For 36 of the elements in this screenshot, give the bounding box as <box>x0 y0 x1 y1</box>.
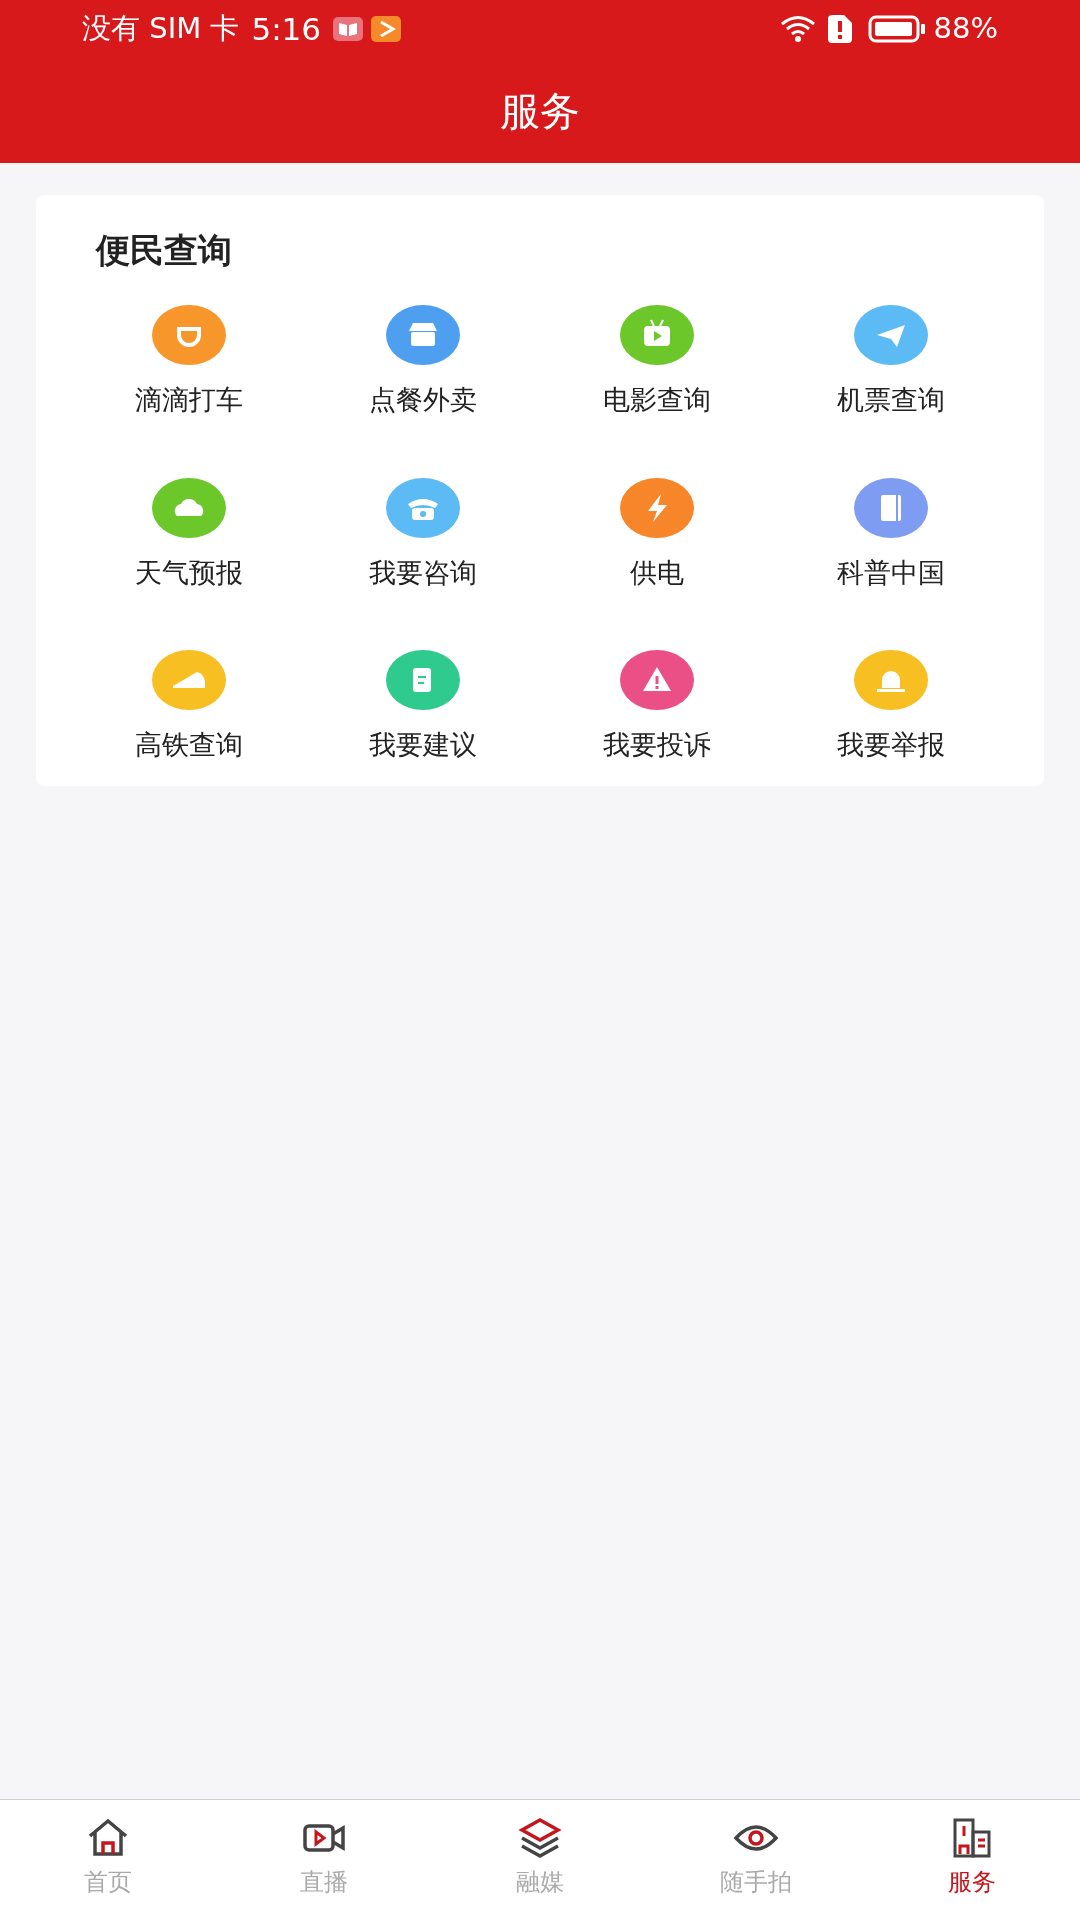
service-item[interactable]: 高铁查询 <box>72 649 306 766</box>
service-item[interactable]: 科普中国 <box>774 476 1008 593</box>
service-label: 天气预报 <box>135 555 243 590</box>
carrier-text: 没有 SIM 卡 <box>82 10 240 48</box>
service-item[interactable]: 点餐外卖 <box>306 304 540 421</box>
service-item[interactable]: 机票查询 <box>774 304 1008 421</box>
play-icon <box>371 16 402 42</box>
layers-icon <box>517 1816 563 1860</box>
page-title: 服务 <box>500 86 580 136</box>
service-label: 我要举报 <box>837 728 945 762</box>
service-label: 高铁查询 <box>135 728 243 762</box>
service-label: 点餐外卖 <box>369 383 477 417</box>
service-label: 我要投诉 <box>603 728 711 762</box>
service-label: 我要咨询 <box>369 555 477 590</box>
tab-item[interactable]: 服务 <box>864 1800 1080 1920</box>
wifi-icon <box>779 15 816 43</box>
service-item[interactable]: 我要建议 <box>306 649 540 766</box>
service-item[interactable]: 天气预报 <box>72 476 306 593</box>
book-icon <box>333 17 364 41</box>
service-label: 供电 <box>630 555 684 590</box>
service-item[interactable]: 我要咨询 <box>306 476 540 593</box>
time-text: 5:16 <box>251 9 322 49</box>
service-item[interactable]: 电影查询 <box>540 304 774 421</box>
battery-icon <box>867 15 926 43</box>
battery-text: 88% <box>933 10 998 48</box>
service-item[interactable]: 我要举报 <box>774 649 1008 766</box>
section-title: 便民查询 <box>96 230 232 270</box>
service-label: 机票查询 <box>837 383 945 417</box>
service-label: 我要建议 <box>369 728 477 762</box>
service-label: 科普中国 <box>837 555 945 590</box>
service-item[interactable]: 滴滴打车 <box>72 304 306 421</box>
service-item[interactable]: 供电 <box>540 476 774 593</box>
service-item[interactable]: 我要投诉 <box>540 649 774 766</box>
service-label: 电影查询 <box>603 383 711 417</box>
service-label: 滴滴打车 <box>135 383 243 417</box>
alert-sim-icon <box>827 15 852 43</box>
